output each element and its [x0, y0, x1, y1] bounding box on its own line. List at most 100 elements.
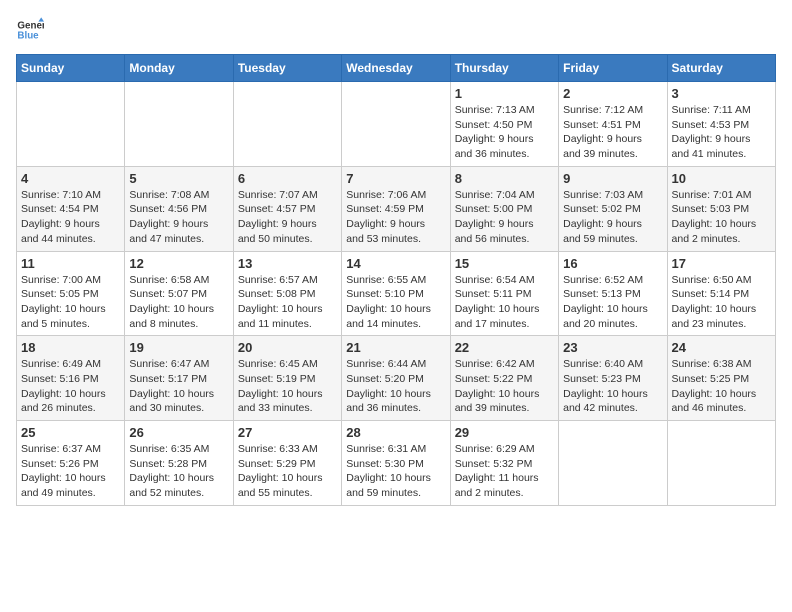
day-info: Sunrise: 7:11 AM Sunset: 4:53 PM Dayligh… — [672, 103, 771, 162]
calendar-cell: 2 Sunrise: 7:12 AM Sunset: 4:51 PM Daylig… — [559, 82, 667, 167]
day-info: Sunrise: 6:37 AM Sunset: 5:26 PM Dayligh… — [21, 442, 120, 501]
calendar-cell: 22 Sunrise: 6:42 AM Sunset: 5:22 PM Dayli… — [450, 336, 558, 421]
day-number: 16 — [563, 256, 662, 271]
calendar-cell — [125, 82, 233, 167]
calendar-cell: 17Sunrise: 6:50 AM Sunset: 5:14 PM Dayli… — [667, 251, 775, 336]
calendar-cell: 19 Sunrise: 6:47 AM Sunset: 5:17 PM Dayli… — [125, 336, 233, 421]
page-header: General Blue — [16, 16, 776, 44]
day-info: Sunrise: 7:08 AM Sunset: 4:56 PM Dayligh… — [129, 188, 228, 247]
calendar-cell — [17, 82, 125, 167]
calendar-cell: 13 Sunrise: 6:57 AM Sunset: 5:08 PM Dayli… — [233, 251, 341, 336]
week-row-2: 4 Sunrise: 7:10 AM Sunset: 4:54 PM Daylig… — [17, 166, 776, 251]
day-number: 10 — [672, 171, 771, 186]
calendar-cell: 7 Sunrise: 7:06 AM Sunset: 4:59 PM Daylig… — [342, 166, 450, 251]
day-number: 9 — [563, 171, 662, 186]
day-info: Sunrise: 6:45 AM Sunset: 5:19 PM Dayligh… — [238, 357, 337, 416]
day-info: Sunrise: 7:01 AM Sunset: 5:03 PM Dayligh… — [672, 188, 771, 247]
day-number: 15 — [455, 256, 554, 271]
day-info: Sunrise: 6:38 AM Sunset: 5:25 PM Dayligh… — [672, 357, 771, 416]
day-number: 12 — [129, 256, 228, 271]
week-row-4: 18 Sunrise: 6:49 AM Sunset: 5:16 PM Dayli… — [17, 336, 776, 421]
day-number: 19 — [129, 340, 228, 355]
calendar-cell: 29 Sunrise: 6:29 AM Sunset: 5:32 PM Dayli… — [450, 421, 558, 506]
day-number: 3 — [672, 86, 771, 101]
weekday-friday: Friday — [559, 55, 667, 82]
weekday-header-row: SundayMondayTuesdayWednesdayThursdayFrid… — [17, 55, 776, 82]
day-info: Sunrise: 6:33 AM Sunset: 5:29 PM Dayligh… — [238, 442, 337, 501]
calendar-cell: 14 Sunrise: 6:55 AM Sunset: 5:10 PM Dayli… — [342, 251, 450, 336]
calendar-cell: 21Sunrise: 6:44 AM Sunset: 5:20 PM Dayli… — [342, 336, 450, 421]
day-info: Sunrise: 6:58 AM Sunset: 5:07 PM Dayligh… — [129, 273, 228, 332]
weekday-saturday: Saturday — [667, 55, 775, 82]
day-info: Sunrise: 6:57 AM Sunset: 5:08 PM Dayligh… — [238, 273, 337, 332]
day-number: 29 — [455, 425, 554, 440]
day-number: 25 — [21, 425, 120, 440]
day-info: Sunrise: 6:47 AM Sunset: 5:17 PM Dayligh… — [129, 357, 228, 416]
day-info: Sunrise: 6:35 AM Sunset: 5:28 PM Dayligh… — [129, 442, 228, 501]
day-number: 24 — [672, 340, 771, 355]
day-number: 7 — [346, 171, 445, 186]
calendar-cell: 28 Sunrise: 6:31 AM Sunset: 5:30 PM Dayli… — [342, 421, 450, 506]
day-info: Sunrise: 7:03 AM Sunset: 5:02 PM Dayligh… — [563, 188, 662, 247]
day-info: Sunrise: 6:42 AM Sunset: 5:22 PM Dayligh… — [455, 357, 554, 416]
day-info: Sunrise: 7:12 AM Sunset: 4:51 PM Dayligh… — [563, 103, 662, 162]
day-number: 11 — [21, 256, 120, 271]
weekday-monday: Monday — [125, 55, 233, 82]
weekday-sunday: Sunday — [17, 55, 125, 82]
weekday-thursday: Thursday — [450, 55, 558, 82]
day-info: Sunrise: 6:50 AM Sunset: 5:14 PM Dayligh… — [672, 273, 771, 332]
day-info: Sunrise: 6:31 AM Sunset: 5:30 PM Dayligh… — [346, 442, 445, 501]
logo-icon: General Blue — [16, 16, 44, 44]
calendar-cell: 10 Sunrise: 7:01 AM Sunset: 5:03 PM Dayli… — [667, 166, 775, 251]
weekday-wednesday: Wednesday — [342, 55, 450, 82]
day-number: 8 — [455, 171, 554, 186]
day-number: 18 — [21, 340, 120, 355]
calendar-cell: 25 Sunrise: 6:37 AM Sunset: 5:26 PM Dayli… — [17, 421, 125, 506]
calendar-cell — [559, 421, 667, 506]
calendar-cell: 26 Sunrise: 6:35 AM Sunset: 5:28 PM Dayli… — [125, 421, 233, 506]
calendar-cell: 12 Sunrise: 6:58 AM Sunset: 5:07 PM Dayli… — [125, 251, 233, 336]
day-number: 2 — [563, 86, 662, 101]
logo: General Blue — [16, 16, 48, 44]
day-info: Sunrise: 6:44 AM Sunset: 5:20 PM Dayligh… — [346, 357, 445, 416]
day-info: Sunrise: 6:54 AM Sunset: 5:11 PM Dayligh… — [455, 273, 554, 332]
week-row-1: 1 Sunrise: 7:13 AM Sunset: 4:50 PM Daylig… — [17, 82, 776, 167]
day-number: 27 — [238, 425, 337, 440]
day-number: 1 — [455, 86, 554, 101]
day-info: Sunrise: 7:07 AM Sunset: 4:57 PM Dayligh… — [238, 188, 337, 247]
day-number: 13 — [238, 256, 337, 271]
day-number: 26 — [129, 425, 228, 440]
day-number: 23 — [563, 340, 662, 355]
day-number: 20 — [238, 340, 337, 355]
calendar-cell: 4 Sunrise: 7:10 AM Sunset: 4:54 PM Daylig… — [17, 166, 125, 251]
day-info: Sunrise: 6:29 AM Sunset: 5:32 PM Dayligh… — [455, 442, 554, 501]
calendar-cell — [233, 82, 341, 167]
calendar-table: SundayMondayTuesdayWednesdayThursdayFrid… — [16, 54, 776, 506]
calendar-body: 1 Sunrise: 7:13 AM Sunset: 4:50 PM Daylig… — [17, 82, 776, 506]
day-info: Sunrise: 6:55 AM Sunset: 5:10 PM Dayligh… — [346, 273, 445, 332]
day-info: Sunrise: 6:49 AM Sunset: 5:16 PM Dayligh… — [21, 357, 120, 416]
calendar-cell: 3 Sunrise: 7:11 AM Sunset: 4:53 PM Daylig… — [667, 82, 775, 167]
calendar-cell: 6 Sunrise: 7:07 AM Sunset: 4:57 PM Daylig… — [233, 166, 341, 251]
day-number: 6 — [238, 171, 337, 186]
week-row-3: 11Sunrise: 7:00 AM Sunset: 5:05 PM Dayli… — [17, 251, 776, 336]
calendar-cell: 18 Sunrise: 6:49 AM Sunset: 5:16 PM Dayli… — [17, 336, 125, 421]
day-info: Sunrise: 6:52 AM Sunset: 5:13 PM Dayligh… — [563, 273, 662, 332]
day-number: 14 — [346, 256, 445, 271]
calendar-cell: 20 Sunrise: 6:45 AM Sunset: 5:19 PM Dayli… — [233, 336, 341, 421]
calendar-cell: 23Sunrise: 6:40 AM Sunset: 5:23 PM Dayli… — [559, 336, 667, 421]
calendar-cell: 1 Sunrise: 7:13 AM Sunset: 4:50 PM Daylig… — [450, 82, 558, 167]
calendar-cell — [342, 82, 450, 167]
day-info: Sunrise: 7:10 AM Sunset: 4:54 PM Dayligh… — [21, 188, 120, 247]
calendar-cell: 5Sunrise: 7:08 AM Sunset: 4:56 PM Daylig… — [125, 166, 233, 251]
day-number: 4 — [21, 171, 120, 186]
day-info: Sunrise: 7:06 AM Sunset: 4:59 PM Dayligh… — [346, 188, 445, 247]
day-number: 28 — [346, 425, 445, 440]
day-info: Sunrise: 7:13 AM Sunset: 4:50 PM Dayligh… — [455, 103, 554, 162]
day-info: Sunrise: 7:04 AM Sunset: 5:00 PM Dayligh… — [455, 188, 554, 247]
calendar-cell: 11Sunrise: 7:00 AM Sunset: 5:05 PM Dayli… — [17, 251, 125, 336]
calendar-cell: 24 Sunrise: 6:38 AM Sunset: 5:25 PM Dayli… — [667, 336, 775, 421]
weekday-tuesday: Tuesday — [233, 55, 341, 82]
svg-text:Blue: Blue — [17, 30, 39, 41]
day-number: 22 — [455, 340, 554, 355]
